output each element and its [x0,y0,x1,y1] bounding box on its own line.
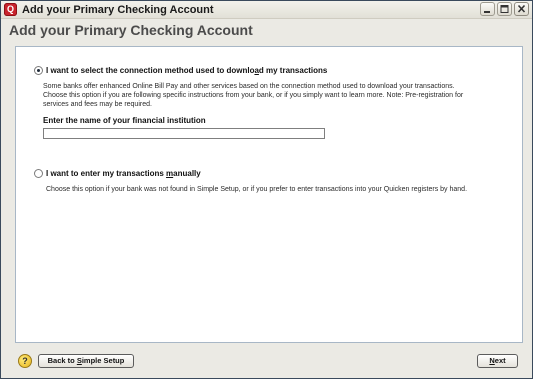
manual-label-pre: I want to enter my transactions [46,169,167,178]
manual-option-radio[interactable] [34,169,43,178]
quicken-q-icon: Q [4,3,17,16]
download-option-description: Some banks offer enhanced Online Bill Pa… [43,82,463,109]
description-line: Choose this option if your bank was not … [46,186,468,193]
dialog-window: Q Add your Primary Checking Account Add … [0,0,533,379]
back-label-pre: Back to [47,356,77,365]
window-title: Add your Primary Checking Account [22,4,214,16]
radio-selected-dot [37,69,40,72]
next-label-post: ext [494,356,506,365]
title-bar[interactable]: Q Add your Primary Checking Account [1,1,532,19]
download-option-label[interactable]: I want to select the connection method u… [46,66,327,75]
description-line: Choose this option if you are following … [43,92,464,99]
help-question-icon[interactable]: ? [18,354,32,368]
minimize-button[interactable] [480,2,495,16]
content-panel: I want to select the connection method u… [15,46,523,343]
help-glyph: ? [22,356,28,366]
description-line: services and fees may be required. [43,101,152,108]
next-button[interactable]: Next [477,354,518,368]
page-title: Add your Primary Checking Account [9,22,253,38]
description-line: Some banks offer enhanced Online Bill Pa… [43,83,455,90]
app-icon-glyph: Q [6,4,14,14]
close-icon [517,4,526,13]
close-button[interactable] [514,2,529,16]
manual-option-description: Choose this option if your bank was not … [46,185,467,194]
manual-option-label[interactable]: I want to enter my transactions manually [46,169,201,178]
institution-name-input[interactable] [43,128,325,139]
download-option-radio[interactable] [34,66,43,75]
minimize-icon [484,11,490,13]
download-label-pre: I want to select the connection method u… [46,66,255,75]
back-to-simple-setup-button[interactable]: Back to Simple Setup [38,354,134,368]
maximize-icon [500,5,509,13]
back-label-post: imple Setup [81,356,125,365]
institution-name-label: Enter the name of your financial institu… [43,116,206,125]
maximize-button[interactable] [497,2,512,16]
download-label-post: d my transactions [258,66,328,75]
manual-label-post: anually [173,169,201,178]
